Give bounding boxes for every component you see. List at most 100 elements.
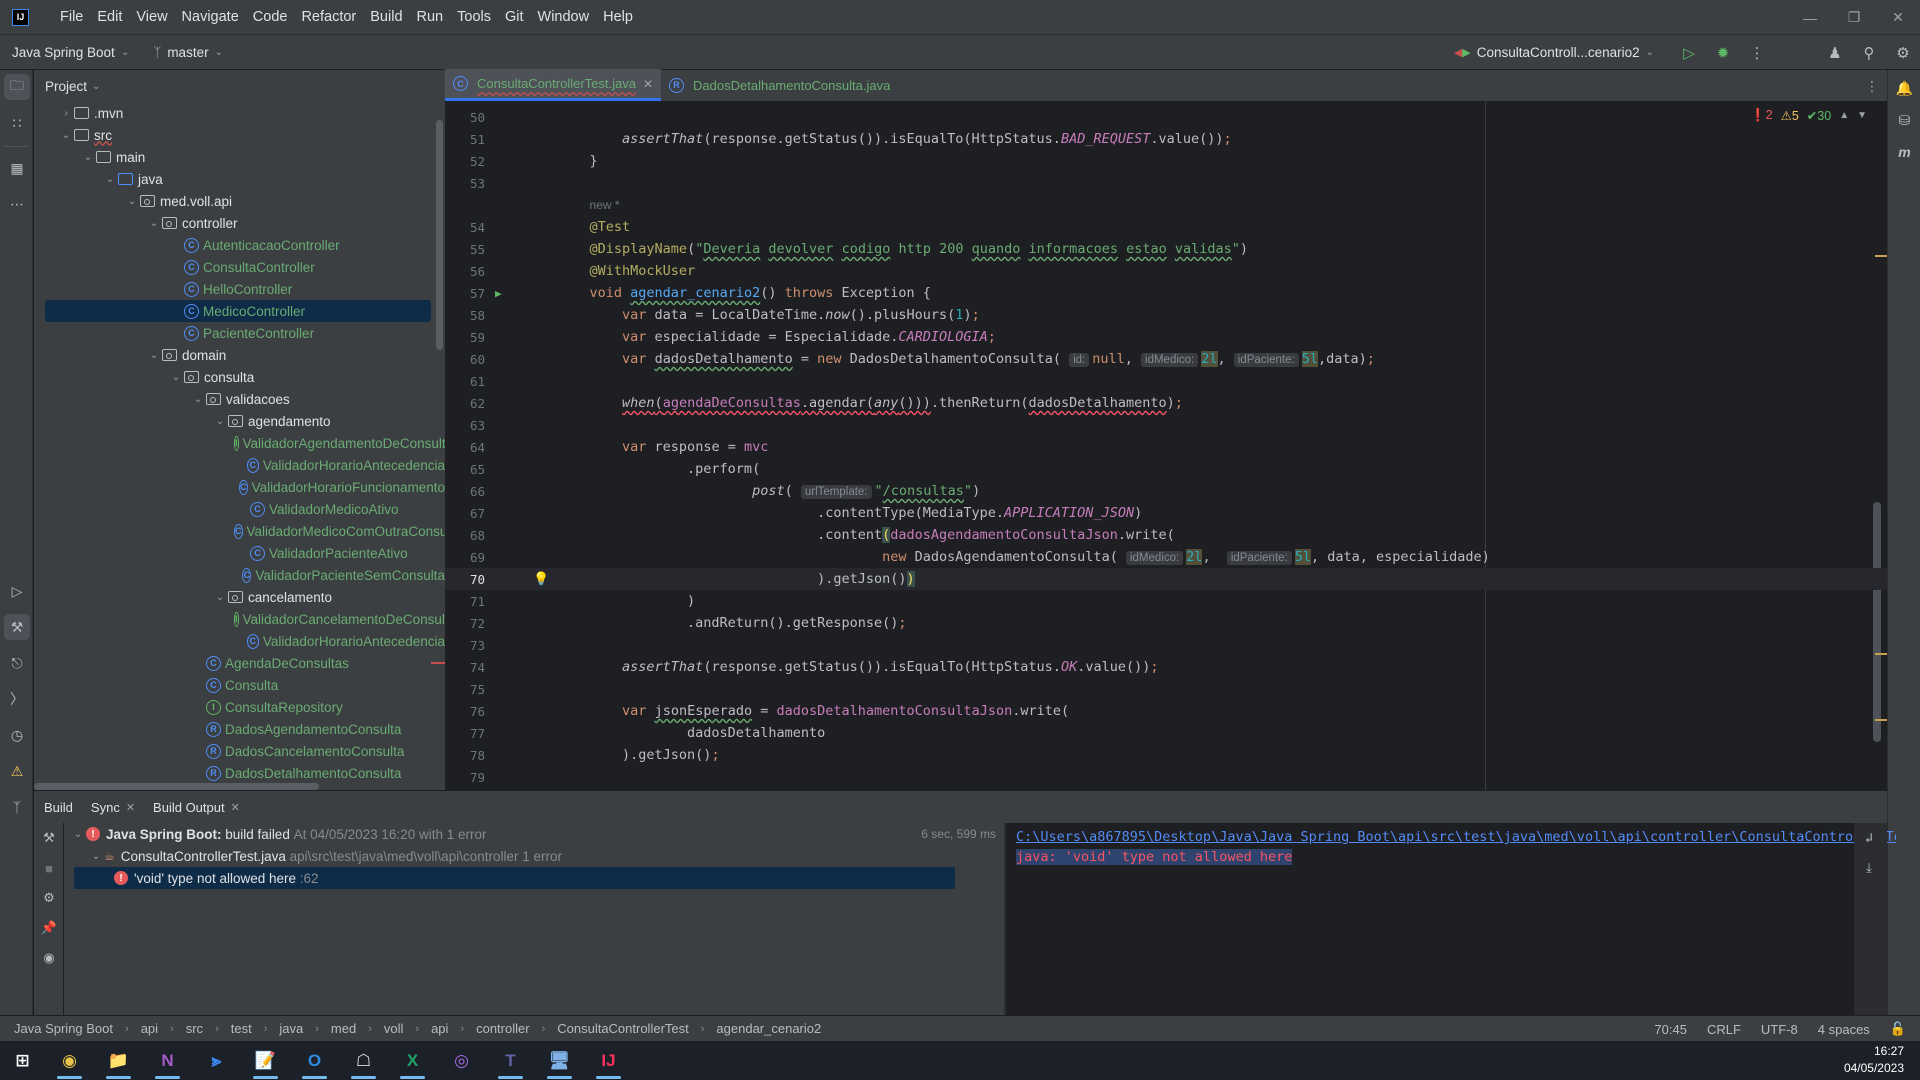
code-line[interactable]: 52 } <box>445 150 1887 172</box>
tree-item[interactable]: ⌄ med.voll.api <box>34 190 445 212</box>
line-number[interactable]: 54 <box>445 220 485 235</box>
code-line[interactable]: 57 ▶ void agendar_cenario2() throws Excep… <box>445 282 1887 304</box>
lightbulb-icon[interactable]: 💡 <box>533 572 549 587</box>
code-line[interactable]: 56 @WithMockUser <box>445 260 1887 282</box>
code-line[interactable]: 68 .content(dadosAgendamentoConsultaJson… <box>445 524 1887 546</box>
tree-item[interactable]: ⌄ consulta <box>34 366 445 388</box>
chevron-down-icon[interactable]: ⌄ <box>212 592 228 603</box>
line-number[interactable]: 60 <box>445 352 485 367</box>
tree-item[interactable]: I ValidadorCancelamentoDeConsulta <box>34 608 445 630</box>
line-number[interactable]: 75 <box>445 682 485 697</box>
code-line[interactable]: 72 .andReturn().getResponse(); <box>445 612 1887 634</box>
line-number[interactable]: 63 <box>445 418 485 433</box>
tree-item[interactable]: C ValidadorMedicoComOutraConsulta <box>34 520 445 542</box>
tree-item[interactable]: I ValidadorAgendamentoDeConsulta <box>34 432 445 454</box>
chevron-down-icon[interactable]: ⌄ <box>212 416 228 427</box>
taskbar-intellij-idea-icon[interactable]: IJ <box>584 1041 633 1080</box>
editor-tab[interactable]: C ConsultaControllerTest.java ✕ <box>445 69 662 101</box>
settings-gear-icon[interactable]: ⚙ <box>34 883 64 913</box>
tree-item[interactable]: ⌄ validacoes <box>34 388 445 410</box>
lock-icon[interactable]: 🔓 <box>1890 1021 1906 1037</box>
line-number[interactable]: 64 <box>445 440 485 455</box>
build-error-row[interactable]: ! 'void' type not allowed here :62 <box>74 867 955 889</box>
build-file-row[interactable]: ⌄ ☕ ConsultaControllerTest.java api\src\… <box>64 845 1004 867</box>
build-hammer-icon[interactable]: ⚒ <box>34 823 64 853</box>
taskbar-excel-icon[interactable]: X <box>388 1041 437 1080</box>
code-line[interactable]: 67 .contentType(MediaType.APPLICATION_JS… <box>445 502 1887 524</box>
profiler-tool-icon[interactable]: ◷ <box>4 722 30 748</box>
more-tools-icon[interactable]: ⋯ <box>4 191 30 217</box>
code-line[interactable]: 78 ).getJson(); <box>445 744 1887 766</box>
menu-window[interactable]: Window <box>531 9 597 25</box>
line-number[interactable]: 67 <box>445 506 485 521</box>
tree-item[interactable]: ⌄ controller <box>34 212 445 234</box>
taskbar-vs-code-icon[interactable]: ⪢ <box>192 1041 241 1080</box>
close-tab-icon[interactable]: ✕ <box>126 801 135 814</box>
line-number[interactable]: 53 <box>445 176 485 191</box>
breadcrumb-item[interactable]: java <box>279 1021 303 1036</box>
breadcrumb-item[interactable]: Java Spring Boot <box>14 1021 113 1036</box>
line-number[interactable]: 69 <box>445 550 485 565</box>
tree-item[interactable]: ⌄ src <box>34 124 445 146</box>
notifications-icon[interactable]: 🔔 <box>1888 74 1920 102</box>
search-icon[interactable]: ⚲ <box>1852 35 1886 70</box>
line-number[interactable]: 66 <box>445 484 485 499</box>
line-number[interactable]: 78 <box>445 748 485 763</box>
build-tab-build-output[interactable]: Build Output ✕ <box>153 800 240 815</box>
restore-icon[interactable]: ❐ <box>1832 0 1876 35</box>
code-line[interactable]: 69 new DadosAgendamentoConsulta( idMedic… <box>445 546 1887 568</box>
breadcrumb-item[interactable]: api <box>431 1021 448 1036</box>
code-line[interactable]: 71 ) <box>445 590 1887 612</box>
minimize-icon[interactable]: — <box>1788 0 1832 35</box>
menu-navigate[interactable]: Navigate <box>175 9 246 25</box>
run-tool-icon[interactable]: ▷ <box>4 578 30 604</box>
project-tool-icon[interactable]: 🗀 <box>4 74 30 100</box>
tree-item[interactable]: R DadosCancelamentoConsulta <box>34 740 445 762</box>
project-tree-h-scrollbar[interactable] <box>34 783 319 790</box>
chevron-down-icon[interactable]: ⌄ <box>102 174 118 185</box>
git-tool-icon[interactable]: ᛉ <box>4 794 30 820</box>
tree-item[interactable]: I ConsultaRepository <box>34 696 445 718</box>
code-line[interactable]: 55 @DisplayName("Deveria devolver codigo… <box>445 238 1887 260</box>
line-number[interactable]: 52 <box>445 154 485 169</box>
tree-item[interactable]: C ValidadorPacienteSemConsulta <box>34 564 445 586</box>
code-area[interactable]: ❗2 ⚠5 ✔30 ▲ ▼ 50 51 assertThat(response.g… <box>445 102 1887 790</box>
tree-item[interactable]: ⌄ cancelamento <box>34 586 445 608</box>
intellij-logo-icon[interactable]: IJ <box>12 8 29 26</box>
tree-item[interactable]: C PacienteController <box>34 322 445 344</box>
code-line[interactable]: 59 var especialidade = Especialidade.CAR… <box>445 326 1887 348</box>
line-ending[interactable]: CRLF <box>1707 1022 1741 1037</box>
menu-file[interactable]: File <box>53 9 90 25</box>
code-line[interactable]: 54 @Test <box>445 216 1887 238</box>
line-number[interactable]: 70 <box>445 572 485 587</box>
line-number[interactable]: 61 <box>445 374 485 389</box>
more-actions-icon[interactable]: ⋮ <box>1740 35 1774 70</box>
menu-run[interactable]: Run <box>410 9 451 25</box>
tree-item[interactable]: C ValidadorHorarioAntecedencia <box>34 630 445 652</box>
code-line[interactable]: 74 assertThat(response.getStatus()).isEq… <box>445 656 1887 678</box>
branch-selector[interactable]: ᛉ master ⌄ <box>153 45 223 60</box>
breadcrumb-item[interactable]: ConsultaControllerTest <box>557 1021 689 1036</box>
taskbar-outlook-icon[interactable]: O <box>290 1041 339 1080</box>
code-line[interactable]: 61 <box>445 370 1887 392</box>
run-configuration-selector[interactable]: ◀ ▶ ConsultaControll...cenario2 ⌄ <box>1454 45 1654 60</box>
menu-code[interactable]: Code <box>246 9 295 25</box>
pin-icon[interactable]: 📌 <box>34 913 64 943</box>
code-line[interactable]: new * <box>445 194 1887 216</box>
tree-item[interactable]: › .mvn <box>34 102 445 124</box>
code-line[interactable]: 77 dadosDetalhamento <box>445 722 1887 744</box>
build-tool-icon[interactable]: ⚒ <box>4 614 30 640</box>
taskbar-notepad--icon[interactable]: 📝 <box>241 1041 290 1080</box>
line-number[interactable]: 59 <box>445 330 485 345</box>
tree-item[interactable]: C Consulta <box>34 674 445 696</box>
taskbar-chrome-icon[interactable]: ◉ <box>45 1041 94 1080</box>
line-number[interactable]: 51 <box>445 132 485 147</box>
breadcrumb-item[interactable]: controller <box>476 1021 529 1036</box>
database-tool-icon[interactable]: ▦ <box>4 155 30 181</box>
code-line[interactable]: 62 when(agendaDeConsultas.agendar(any())… <box>445 392 1887 414</box>
tree-item[interactable]: R DadosDetalhamentoConsulta <box>34 762 445 784</box>
file-encoding[interactable]: UTF-8 <box>1761 1022 1798 1037</box>
code-line[interactable]: 60 var dadosDetalhamento = new DadosDeta… <box>445 348 1887 370</box>
line-number[interactable]: 55 <box>445 242 485 257</box>
database-icon[interactable]: ⛁ <box>1888 106 1920 134</box>
